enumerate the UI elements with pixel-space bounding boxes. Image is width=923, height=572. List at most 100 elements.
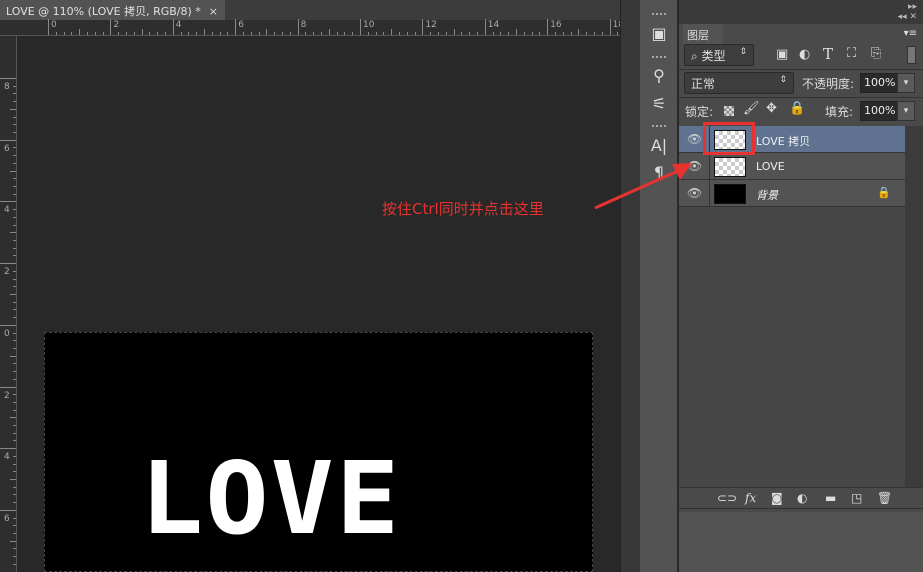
fill-input[interactable]: 100% <box>860 101 898 121</box>
ruler-tick <box>10 479 16 480</box>
layer-row-love[interactable]: 👁 LOVE <box>679 153 905 180</box>
ruler-tick <box>352 32 354 35</box>
layer-thumbnail[interactable] <box>714 157 746 177</box>
grip[interactable] <box>652 13 666 16</box>
visibility-eye-icon[interactable]: 👁 <box>687 132 702 146</box>
layer-name: LOVE 拷贝 <box>756 135 811 148</box>
ruler-tick <box>586 32 588 35</box>
ruler-tick <box>13 455 16 457</box>
ruler-tick <box>484 19 486 35</box>
ruler-tick <box>305 32 307 35</box>
panel-collapse-bar[interactable]: ▸▸ ◂◂ ✕ <box>679 0 923 24</box>
fill-dropdown[interactable]: ▾ <box>897 101 915 121</box>
trash-icon[interactable]: 🗑 <box>877 491 892 505</box>
ruler-tick <box>492 32 494 35</box>
ruler-tick <box>243 32 244 35</box>
close-tab-button[interactable]: × <box>209 5 218 18</box>
ruler-tick <box>258 32 260 35</box>
lock-move-icon[interactable]: ✥ <box>766 101 777 116</box>
ruler-tick <box>289 32 291 35</box>
ruler-tick <box>328 29 330 35</box>
folder-icon[interactable]: ▬ <box>825 491 836 505</box>
ruler-tick <box>157 32 159 35</box>
ruler-tick <box>13 147 16 149</box>
ruler-tick <box>297 19 299 35</box>
ruler-label: 6 <box>4 513 10 524</box>
ruler-tick <box>10 293 16 295</box>
ruler-tick <box>594 32 595 35</box>
document-title: LOVE @ 110% (LOVE 拷贝, RGB/8) * <box>6 5 201 18</box>
ruler-tick <box>414 32 416 35</box>
ruler-tick <box>71 32 73 35</box>
layer-row-background[interactable]: 👁 背景 🔒 <box>679 180 905 207</box>
type-filter-icon[interactable]: T <box>823 45 833 63</box>
ruler-label: 4 <box>4 205 10 216</box>
ruler-tick <box>0 139 16 141</box>
lock-icon: 🔒 <box>877 186 891 199</box>
ruler-tick <box>321 32 322 35</box>
ruler-tick <box>13 463 16 465</box>
opacity-dropdown[interactable]: ▾ <box>897 73 915 93</box>
ruler-label: 0 <box>4 328 10 339</box>
ruler-tick <box>13 525 16 527</box>
ruler-tick <box>141 29 143 35</box>
ruler-tick <box>469 32 471 35</box>
filter-kind-select[interactable]: ⌕ 类型 ⇕ <box>684 44 754 66</box>
ruler-tick <box>516 29 517 35</box>
ruler-tick <box>118 32 120 35</box>
ruler-label: 8 <box>300 20 307 30</box>
panel-menu-icon[interactable]: ▾≡ <box>904 28 917 39</box>
tab-layers[interactable]: 图层 <box>683 24 723 44</box>
ruler-tick <box>102 32 104 35</box>
canvas-text-love: LOVE <box>140 440 402 557</box>
new-layer-icon[interactable]: ◳ <box>851 491 862 505</box>
smart-object-filter-icon[interactable]: ⎘ <box>871 46 881 61</box>
vertical-ruler[interactable]: 8 6 4 2 0 2 4 6 <box>0 36 17 572</box>
brushes-icon[interactable]: ⚲ <box>640 66 678 85</box>
lock-all-icon[interactable]: 🔒 <box>789 101 805 116</box>
adjustment-icon[interactable]: ◐ <box>797 491 807 505</box>
layers-scrollbar[interactable] <box>905 126 923 487</box>
filter-toggle[interactable] <box>907 46 916 64</box>
ruler-tick <box>13 394 16 396</box>
ruler-tick <box>13 340 16 342</box>
annotation-arrow <box>594 163 692 210</box>
grip[interactable] <box>652 56 666 59</box>
ruler-tick <box>406 32 408 35</box>
link-icon[interactable]: ⊂⊃ <box>717 491 737 505</box>
blend-mode-select[interactable]: 正常 ⇕ <box>684 72 794 94</box>
adjustment-filter-icon[interactable]: ◐ <box>799 47 810 62</box>
layer-thumbnail[interactable] <box>714 184 746 204</box>
lock-paint-icon[interactable]: 🖌 <box>743 101 760 116</box>
ruler-tick <box>13 317 16 318</box>
mask-icon[interactable]: ◙ <box>771 491 783 505</box>
ruler-tick <box>13 486 16 488</box>
document-tab[interactable]: LOVE @ 110% (LOVE 拷贝, RGB/8) * × <box>0 0 225 20</box>
ruler-tick <box>227 32 229 35</box>
3d-cube-icon[interactable]: ▣ <box>640 24 678 43</box>
horizontal-ruler[interactable]: 0 2 4 6 8 10 12 14 16 18 <box>0 19 666 36</box>
grip[interactable] <box>652 125 666 128</box>
ruler-tick <box>219 32 221 35</box>
ruler-tick <box>149 32 151 35</box>
lock-transparent-icon[interactable] <box>724 106 734 116</box>
image-filter-icon[interactable]: ▣ <box>776 47 788 62</box>
ruler-tick <box>126 32 127 35</box>
scrollbar[interactable] <box>620 0 640 572</box>
ruler-tick <box>13 116 16 118</box>
opacity-input[interactable]: 100% <box>860 73 898 93</box>
ruler-tick <box>196 32 198 35</box>
ruler-tick <box>601 32 603 35</box>
ruler-tick <box>63 32 65 35</box>
ruler-tick <box>523 32 525 35</box>
ruler-label: 2 <box>113 20 120 30</box>
ruler-tick <box>555 32 556 35</box>
ruler-label: 16 <box>550 20 562 30</box>
ruler-tick <box>266 29 268 35</box>
annotation-text: 按住Ctrl同时并点击这里 <box>382 200 544 218</box>
shape-filter-icon[interactable]: ⛶ <box>847 46 856 61</box>
ruler-tick <box>0 448 16 450</box>
brush-presets-icon[interactable]: ⚟ <box>640 94 678 113</box>
ruler-tick <box>13 193 16 195</box>
fx-icon[interactable]: fx <box>745 491 756 505</box>
